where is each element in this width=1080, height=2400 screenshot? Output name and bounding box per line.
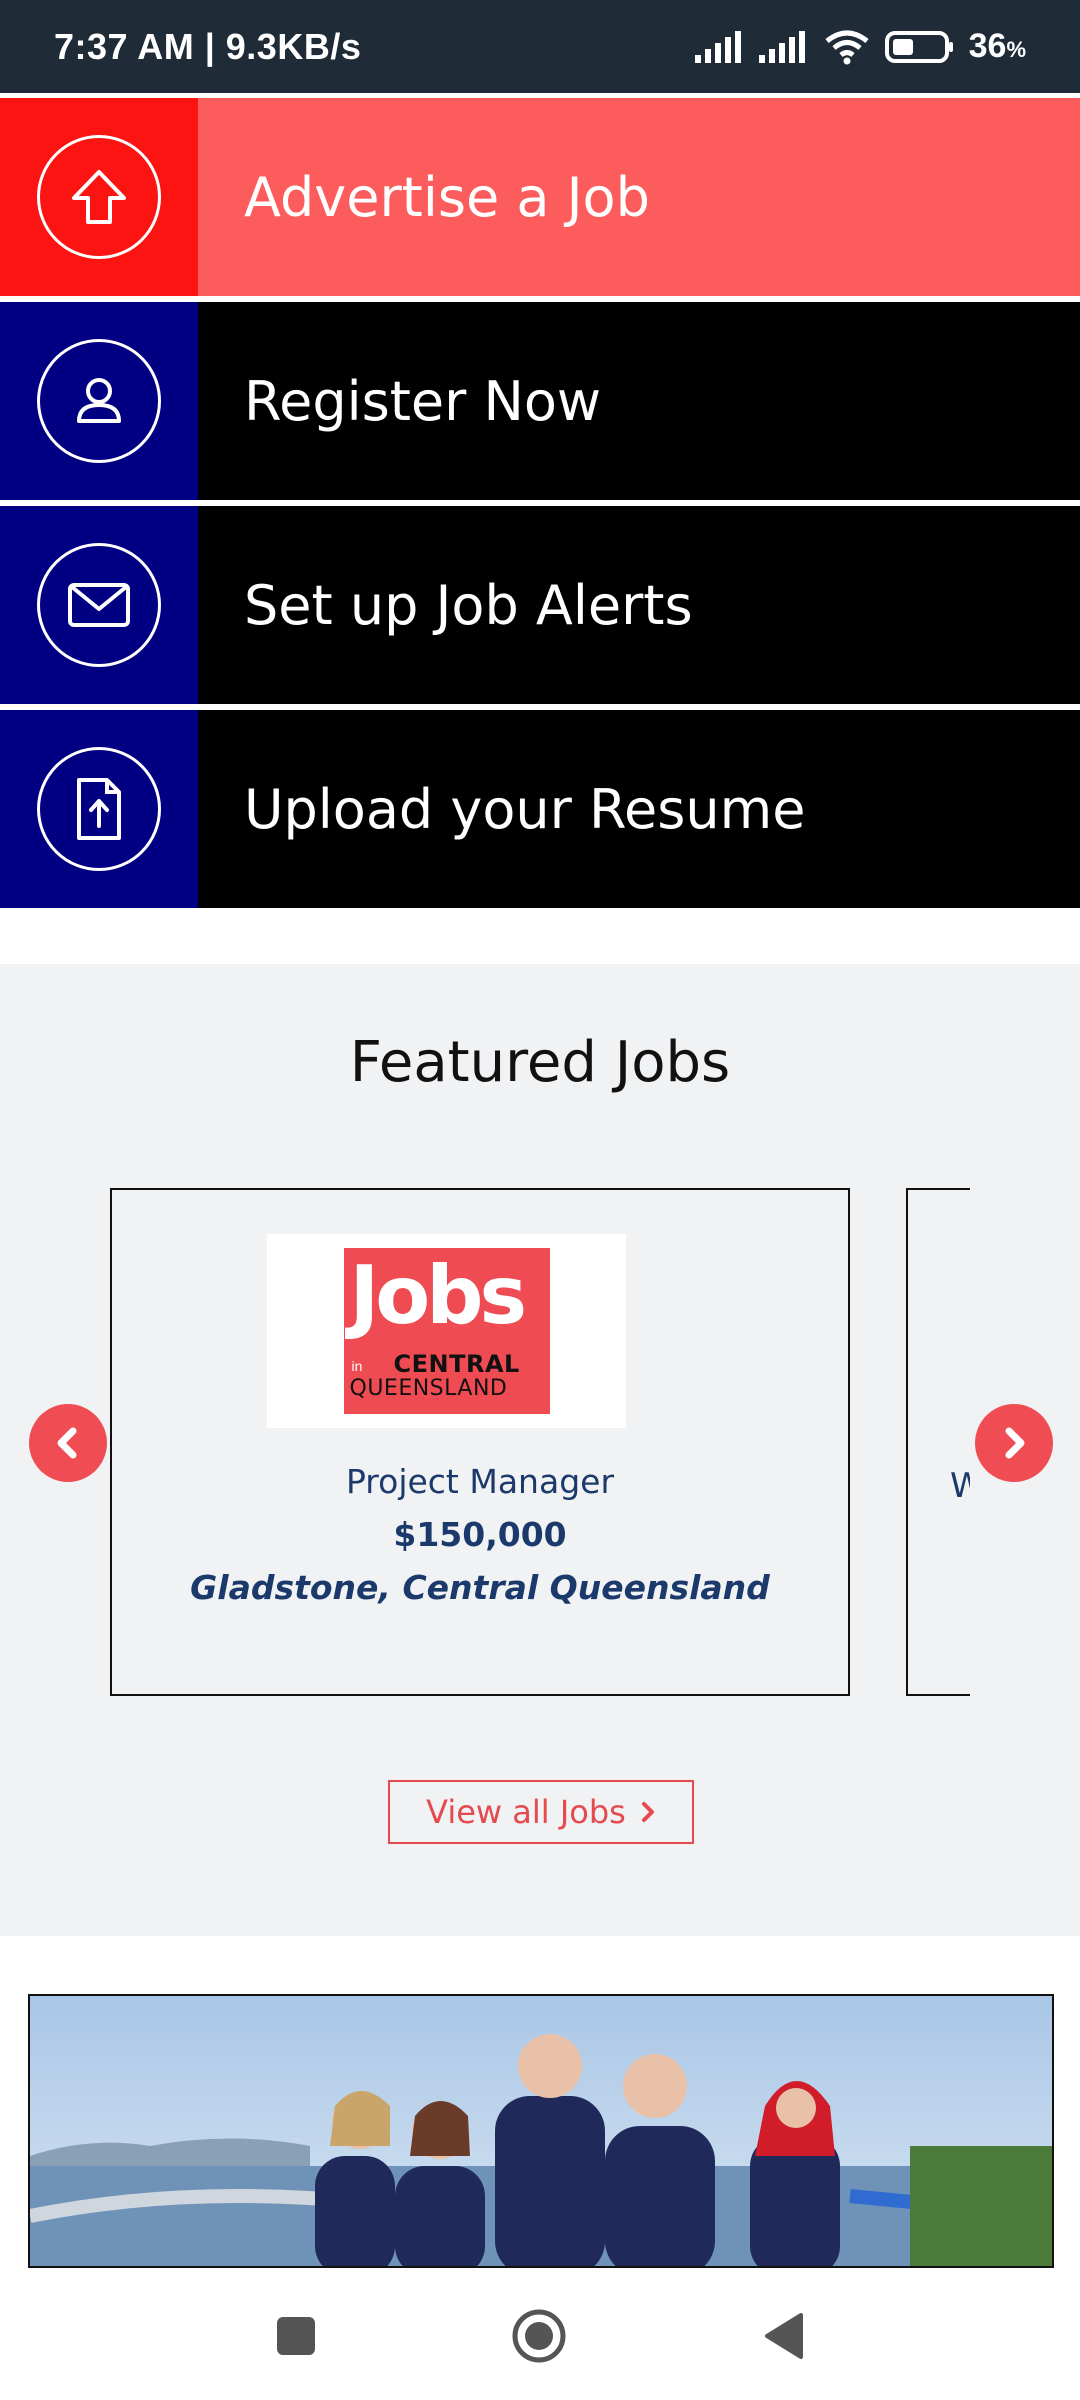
upload-arrow-icon: [37, 135, 161, 259]
job-alerts-icon-cell: [0, 506, 198, 704]
status-time-speed: 7:37 AM | 9.3KB/s: [54, 25, 362, 67]
advertise-job-row[interactable]: Advertise a Job: [0, 98, 1080, 296]
chevron-right-icon: [1005, 1427, 1025, 1459]
advertise-job-label[interactable]: Advertise a Job: [198, 98, 1080, 296]
status-bar: 7:37 AM | 9.3KB/s 36%: [0, 0, 1080, 93]
advertise-icon-cell: [0, 98, 198, 296]
recent-apps-button[interactable]: [268, 2308, 324, 2364]
wifi-icon: [825, 30, 869, 64]
upload-resume-row[interactable]: Upload your Resume: [0, 710, 1080, 908]
next-job-card[interactable]: W: [906, 1188, 970, 1696]
status-icons: 36%: [694, 27, 1026, 66]
carousel-next-button[interactable]: [975, 1404, 1053, 1482]
team-photo: [28, 1994, 1054, 2268]
signal-icon: [694, 30, 741, 63]
home-button[interactable]: [511, 2308, 567, 2364]
chevron-right-icon: [641, 1802, 654, 1822]
file-upload-icon: [37, 747, 161, 871]
battery-icon: [884, 30, 953, 63]
job-location: Gladstone, Central Queensland: [190, 1568, 770, 1607]
job-alerts-row[interactable]: Set up Job Alerts: [0, 506, 1080, 704]
next-job-card-peek: W: [950, 1466, 970, 1506]
company-logo: Jobs in CENTRAL QUEENSLAND: [267, 1234, 626, 1428]
job-salary: $150,000: [393, 1515, 567, 1554]
register-now-row[interactable]: Register Now: [0, 302, 1080, 500]
job-alerts-label[interactable]: Set up Job Alerts: [198, 506, 1080, 704]
register-icon-cell: [0, 302, 198, 500]
register-now-label[interactable]: Register Now: [198, 302, 1080, 500]
back-button[interactable]: [756, 2308, 812, 2364]
view-all-jobs-label: View all Jobs: [426, 1793, 626, 1831]
system-nav-bar: [0, 2268, 1080, 2400]
battery-percent: 36%: [968, 27, 1026, 65]
jobs-central-queensland-logo: Jobs in CENTRAL QUEENSLAND: [343, 1248, 550, 1414]
square-icon: [277, 2317, 315, 2355]
signal-icon-2: [758, 30, 805, 63]
chevron-left-icon: [57, 1427, 77, 1459]
upload-resume-label[interactable]: Upload your Resume: [198, 710, 1080, 908]
featured-jobs-title: Featured Jobs: [349, 1030, 731, 1095]
view-all-jobs-button[interactable]: View all Jobs: [388, 1780, 694, 1844]
carousel-prev-button[interactable]: [29, 1404, 107, 1482]
upload-resume-icon-cell: [0, 710, 198, 908]
user-icon: [37, 339, 161, 463]
envelope-icon: [37, 543, 161, 667]
job-title[interactable]: Project Manager: [110, 1462, 850, 1501]
back-triangle-icon: [765, 2313, 803, 2359]
home-circle-icon: [512, 2309, 566, 2363]
